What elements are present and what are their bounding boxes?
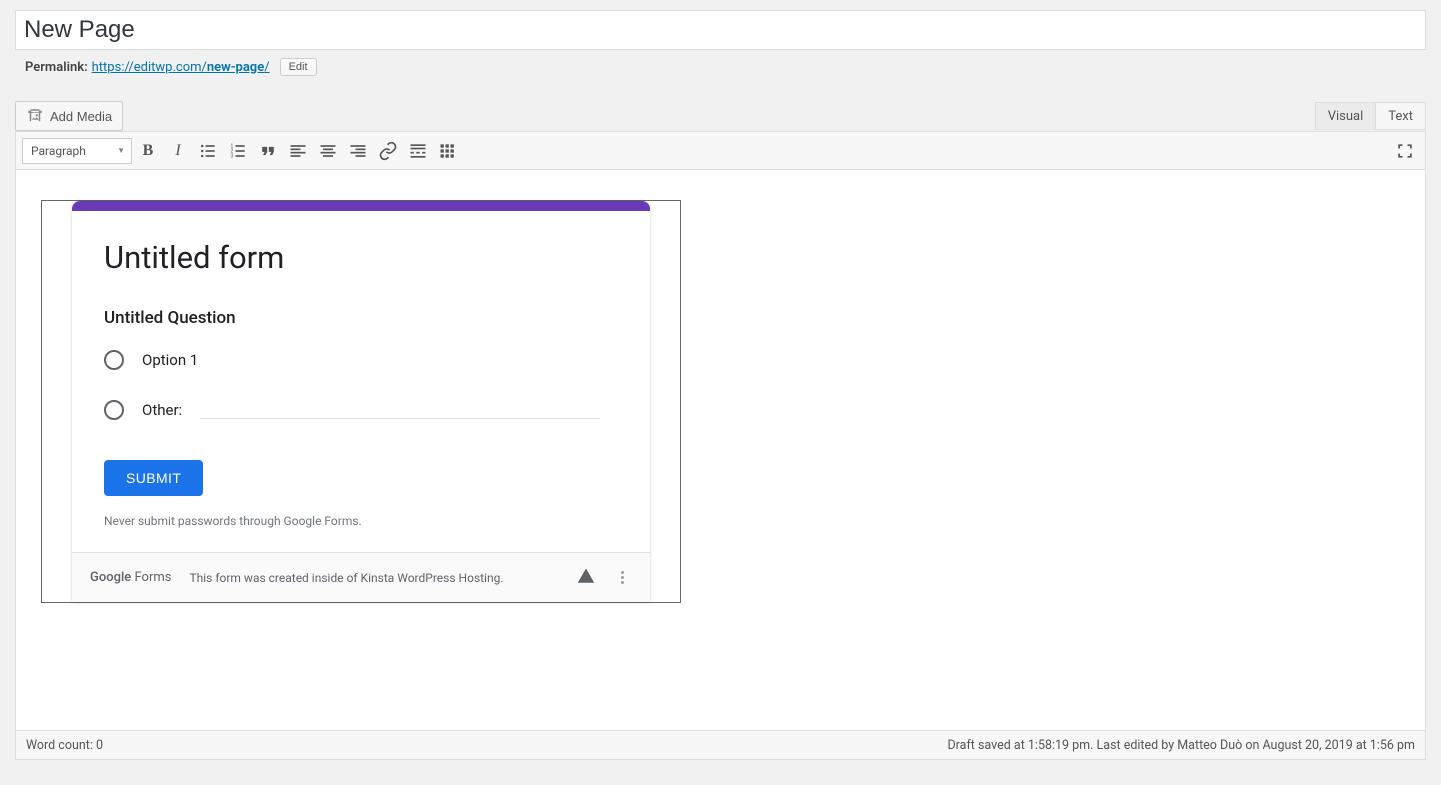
radio-icon[interactable] — [104, 350, 124, 370]
permalink-label: Permalink: — [25, 60, 88, 75]
form-footer: Google Forms This form was created insid… — [72, 552, 650, 602]
form-title: Untitled form — [104, 239, 618, 276]
format-select[interactable]: Paragraph — [22, 138, 132, 164]
bullet-list-button[interactable] — [194, 137, 222, 165]
form-question: Untitled Question — [104, 308, 618, 328]
add-media-button[interactable]: Add Media — [15, 101, 123, 131]
align-left-button[interactable] — [284, 137, 312, 165]
toolbar-toggle-button[interactable] — [434, 137, 462, 165]
editor-canvas[interactable]: Untitled form Untitled Question Option 1… — [16, 170, 1425, 730]
align-right-button[interactable] — [344, 137, 372, 165]
tab-visual[interactable]: Visual — [1315, 102, 1377, 130]
form-option-1[interactable]: Option 1 — [104, 350, 618, 370]
link-button[interactable] — [374, 137, 402, 165]
blockquote-button[interactable] — [254, 137, 282, 165]
svg-text:3: 3 — [231, 153, 234, 159]
radio-icon[interactable] — [104, 400, 124, 420]
form-footer-text: This form was created inside of Kinsta W… — [189, 571, 503, 585]
edit-permalink-button[interactable]: Edit — [280, 58, 317, 76]
permalink-link[interactable]: https://editwp.com/new-page/ — [92, 60, 270, 75]
tab-text[interactable]: Text — [1376, 102, 1426, 130]
read-more-button[interactable] — [404, 137, 432, 165]
media-icon — [26, 107, 44, 125]
italic-button[interactable]: I — [164, 137, 192, 165]
align-center-button[interactable] — [314, 137, 342, 165]
form-password-note: Never submit passwords through Google Fo… — [104, 514, 618, 528]
page-title-input[interactable] — [15, 10, 1426, 50]
editor-container: Paragraph B I 123 Untitled form Untitled… — [15, 131, 1426, 731]
editor-status-bar: Word count: 0 Draft saved at 1:58:19 pm.… — [15, 730, 1426, 760]
bold-button[interactable]: B — [134, 137, 162, 165]
google-forms-logo: Google Forms — [90, 570, 171, 585]
word-count: Word count: 0 — [26, 738, 103, 753]
embedded-form-frame: Untitled form Untitled Question Option 1… — [41, 200, 681, 603]
fullscreen-button[interactable] — [1391, 137, 1419, 165]
google-form-card: Untitled form Untitled Question Option 1… — [72, 201, 650, 602]
form-option-other[interactable]: Other: — [104, 400, 618, 420]
form-submit-button[interactable]: SUBMIT — [104, 460, 203, 496]
editor-toolbar: Paragraph B I 123 — [16, 132, 1425, 170]
save-status: Draft saved at 1:58:19 pm. Last edited b… — [947, 738, 1415, 753]
other-text-input[interactable] — [200, 401, 600, 419]
more-menu-icon[interactable] — [613, 571, 632, 584]
warning-icon[interactable] — [577, 567, 595, 588]
number-list-button[interactable]: 123 — [224, 137, 252, 165]
permalink-row: Permalink: https://editwp.com/new-page/ … — [15, 50, 1426, 81]
